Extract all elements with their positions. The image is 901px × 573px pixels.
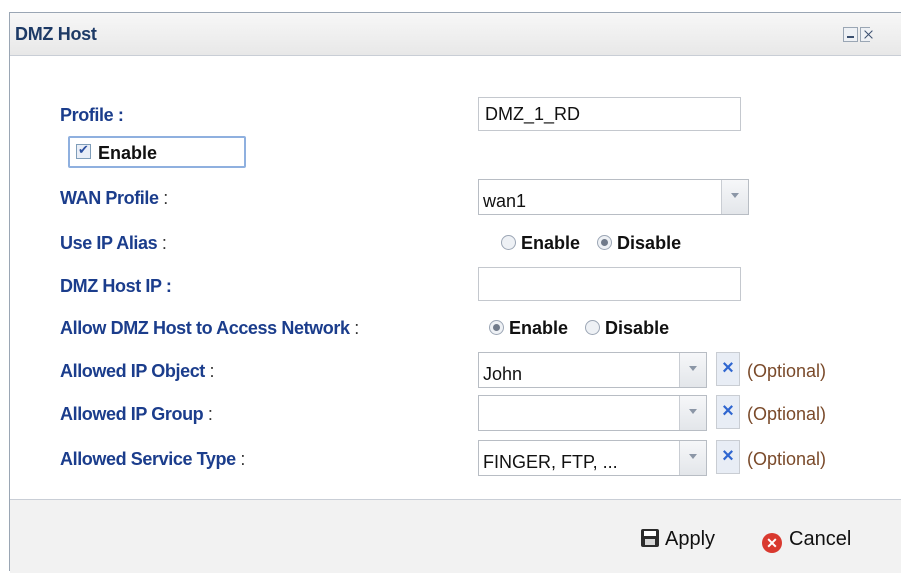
dmz-host-ip-label: DMZ Host IP : bbox=[60, 276, 172, 296]
wan-profile-select[interactable]: wan1 bbox=[478, 179, 749, 215]
cancel-icon: ✕ bbox=[762, 533, 782, 553]
allowed-ip-object-select[interactable]: John bbox=[478, 352, 707, 388]
allowed-ip-group-select[interactable] bbox=[478, 395, 707, 431]
allow-dmz-enable-option[interactable]: Enable bbox=[489, 318, 568, 338]
use-ip-alias-disable-option[interactable]: Disable bbox=[597, 233, 681, 253]
dmz-host-dialog: DMZ Host Profile : DMZ_1_RD Enable WAN P… bbox=[9, 12, 901, 573]
apply-label: Apply bbox=[665, 528, 716, 550]
radio-checked-icon[interactable] bbox=[489, 320, 504, 335]
chevron-down-icon[interactable] bbox=[679, 441, 706, 475]
use-ip-alias-radio-group: Enable Disable bbox=[501, 233, 693, 254]
allowed-ip-object-optional: (Optional) bbox=[747, 361, 827, 381]
radio-icon[interactable] bbox=[501, 235, 516, 250]
dialog-footer: Apply ✕ Cancel bbox=[10, 499, 901, 573]
allowed-service-type-optional: (Optional) bbox=[747, 449, 827, 469]
dmz-host-ip-input[interactable] bbox=[478, 267, 741, 301]
save-icon bbox=[641, 529, 659, 547]
chevron-down-icon[interactable] bbox=[679, 396, 706, 430]
dialog-title: DMZ Host bbox=[15, 24, 97, 44]
apply-button[interactable]: Apply bbox=[641, 528, 715, 551]
dialog-titlebar: DMZ Host bbox=[10, 13, 901, 56]
allowed-ip-object-label: Allowed IP Object : bbox=[60, 361, 215, 381]
minimize-icon[interactable] bbox=[843, 27, 858, 42]
clear-ip-group-icon[interactable]: × bbox=[716, 395, 740, 429]
allow-dmz-access-label: Allow DMZ Host to Access Network : bbox=[60, 318, 359, 338]
close-icon[interactable] bbox=[860, 27, 870, 42]
allow-dmz-disable-option[interactable]: Disable bbox=[585, 318, 669, 338]
use-ip-alias-enable-option[interactable]: Enable bbox=[501, 233, 580, 253]
allowed-service-type-label: Allowed Service Type : bbox=[60, 449, 245, 469]
chevron-down-icon[interactable] bbox=[679, 353, 706, 387]
profile-input[interactable]: DMZ_1_RD bbox=[478, 97, 741, 131]
allowed-service-type-select[interactable]: FINGER, FTP, ... bbox=[478, 440, 707, 476]
allowed-ip-object-value: John bbox=[483, 364, 523, 384]
chevron-down-icon[interactable] bbox=[721, 180, 748, 214]
use-ip-alias-label: Use IP Alias : bbox=[60, 233, 167, 253]
allow-dmz-radio-group: Enable Disable bbox=[489, 318, 681, 339]
radio-checked-icon[interactable] bbox=[597, 235, 613, 250]
allowed-service-type-value: FINGER, FTP, ... bbox=[483, 452, 618, 472]
cancel-button[interactable]: ✕ Cancel bbox=[762, 528, 851, 553]
profile-value: DMZ_1_RD bbox=[485, 104, 581, 124]
radio-icon[interactable] bbox=[585, 320, 601, 335]
allowed-ip-group-label: Allowed IP Group : bbox=[60, 404, 213, 424]
clear-ip-object-icon[interactable]: × bbox=[716, 352, 740, 386]
enable-checkbox[interactable] bbox=[76, 142, 91, 159]
enable-label: Enable bbox=[98, 143, 158, 163]
cancel-label: Cancel bbox=[789, 528, 852, 550]
allowed-ip-group-optional: (Optional) bbox=[747, 404, 827, 424]
wan-profile-value: wan1 bbox=[483, 191, 527, 211]
wan-profile-label: WAN Profile : bbox=[60, 188, 168, 208]
enable-checkbox-field[interactable]: Enable bbox=[68, 136, 246, 168]
profile-label: Profile : bbox=[60, 105, 124, 125]
clear-service-type-icon[interactable]: × bbox=[716, 440, 740, 474]
